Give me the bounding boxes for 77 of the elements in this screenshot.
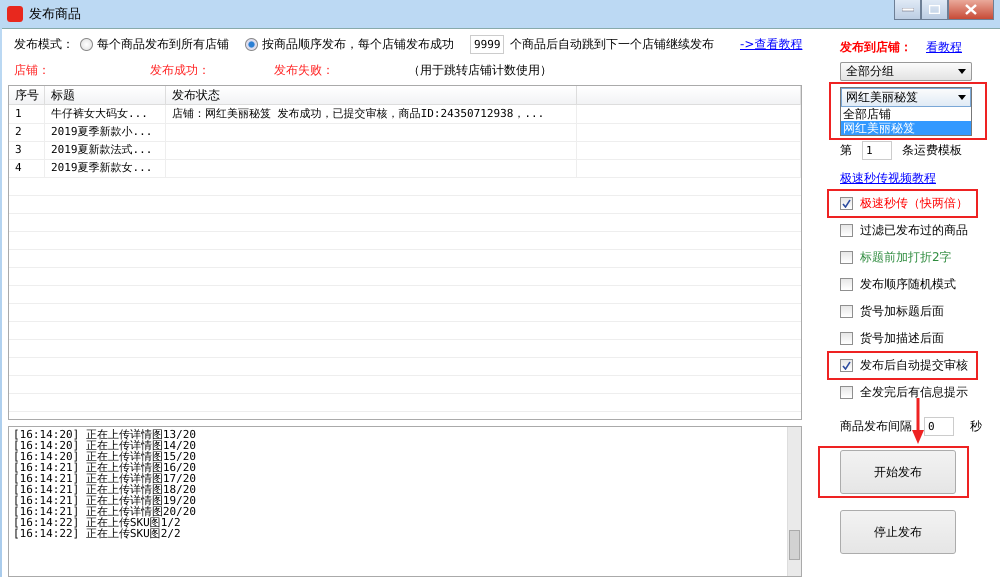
checkbox[interactable] — [840, 386, 853, 399]
log-line: [16:14:22] 正在上传SKU图2/2 — [13, 528, 182, 539]
interval-field[interactable]: 0 — [924, 416, 954, 436]
log-line: [16:14:21] 正在上传详情图16/20 — [13, 462, 197, 473]
table-cell: 4 — [9, 159, 45, 177]
checkbox[interactable] — [840, 224, 853, 237]
select-value: 全部分组 — [846, 62, 894, 80]
count-suffix: 个商品后自动跳到下一个店铺继续发布 — [510, 36, 714, 52]
close-button[interactable] — [948, 0, 994, 20]
checkbox[interactable] — [840, 359, 853, 372]
radio-button[interactable] — [80, 38, 93, 50]
radio-label: 按商品顺序发布，每个店铺发布成功 — [262, 36, 454, 52]
caret-icon — [958, 95, 966, 100]
option-label: 标题前加打折2字 — [860, 249, 952, 266]
log-line: [16:14:21] 正在上传详情图17/20 — [13, 473, 197, 484]
maximize-icon — [929, 5, 940, 14]
count-field[interactable]: 9999 — [470, 34, 504, 54]
option-label: 极速秒传（快两倍） — [860, 195, 968, 212]
log-line: [16:14:20] 正在上传详情图13/20 — [13, 429, 197, 440]
template-field[interactable]: 1 — [862, 140, 892, 160]
log-line: [16:14:20] 正在上传详情图14/20 — [13, 440, 197, 451]
template-prefix: 第 — [840, 142, 852, 158]
status-label: 发布成功： — [150, 62, 211, 78]
window-title: 发布商品 — [29, 6, 81, 23]
table-cell: 牛仔裤女大码女... — [45, 105, 166, 123]
option-label: 货号加描述后面 — [860, 330, 944, 347]
checkbox[interactable] — [840, 251, 853, 264]
option-label: 发布顺序随机模式 — [860, 276, 956, 293]
app-logo-icon — [7, 6, 23, 22]
start-button[interactable]: 开始发布 — [840, 450, 956, 494]
radio-label: 每个商品发布到所有店铺 — [97, 36, 229, 52]
table-cell: 1 — [9, 105, 45, 123]
group-select[interactable]: 全部分组 — [840, 62, 972, 80]
annotation-arrow — [912, 398, 924, 444]
radio-button[interactable] — [245, 38, 258, 50]
publish-to-shop-label: 发布到店铺： — [840, 38, 912, 56]
column-header: 发布状态 — [166, 86, 577, 104]
column-header: 标题 — [45, 86, 166, 104]
checkbox[interactable] — [840, 278, 853, 291]
template-suffix: 条运费模板 — [902, 142, 962, 158]
table-cell: 店铺：网红美丽秘笈 发布成功，已提交审核，商品ID:24350712938，... — [166, 105, 577, 123]
mode-label: 发布模式： — [14, 36, 74, 52]
checkbox[interactable] — [840, 197, 853, 210]
note-text: （用于跳转店铺计数使用） — [408, 62, 552, 78]
shop-dropdown[interactable]: 网红美丽秘笈 全部店铺 网红美丽秘笈 — [840, 87, 972, 136]
checkbox[interactable] — [840, 305, 853, 318]
video-tutorial-link[interactable]: 极速秒传视频教程 — [840, 170, 936, 186]
tutorial-link[interactable]: 看教程 — [926, 38, 962, 56]
log-line: [16:14:20] 正在上传详情图15/20 — [13, 451, 197, 462]
option-label: 发布后自动提交审核 — [860, 357, 968, 374]
minimize-button[interactable] — [894, 0, 921, 20]
status-label: 店铺： — [14, 62, 51, 78]
interval-unit: 秒 — [970, 418, 982, 434]
option-label: 全发完后有信息提示 — [860, 384, 968, 401]
checkbox[interactable] — [840, 332, 853, 345]
column-header: 序号 — [9, 86, 45, 104]
table-cell: 2019夏新款法式... — [45, 141, 166, 159]
log-line: [16:14:21] 正在上传详情图19/20 — [13, 495, 197, 506]
maximize-button[interactable] — [921, 0, 948, 20]
close-icon — [965, 4, 977, 15]
interval-label: 商品发布间隔 — [840, 418, 912, 434]
table-cell: 2019夏季新款女... — [45, 159, 166, 177]
scrollbar[interactable] — [787, 427, 801, 576]
table-cell: 3 — [9, 141, 45, 159]
table-cell: 2 — [9, 123, 45, 141]
log-line: [16:14:21] 正在上传详情图20/20 — [13, 506, 197, 517]
select-value: 网红美丽秘笈 — [846, 89, 918, 106]
stop-button[interactable]: 停止发布 — [840, 510, 956, 554]
log-line: [16:14:22] 正在上传SKU图1/2 — [13, 517, 182, 528]
option-label: 过滤已发布过的商品 — [860, 222, 968, 239]
table-cell: 2019夏季新款小... — [45, 123, 166, 141]
caret-icon — [958, 68, 966, 74]
tutorial-link[interactable]: ->查看教程 — [740, 36, 802, 52]
log-line: [16:14:21] 正在上传详情图18/20 — [13, 484, 197, 495]
option-label: 货号加标题后面 — [860, 303, 944, 320]
status-label: 发布失败： — [274, 62, 335, 78]
minimize-icon — [902, 8, 914, 12]
